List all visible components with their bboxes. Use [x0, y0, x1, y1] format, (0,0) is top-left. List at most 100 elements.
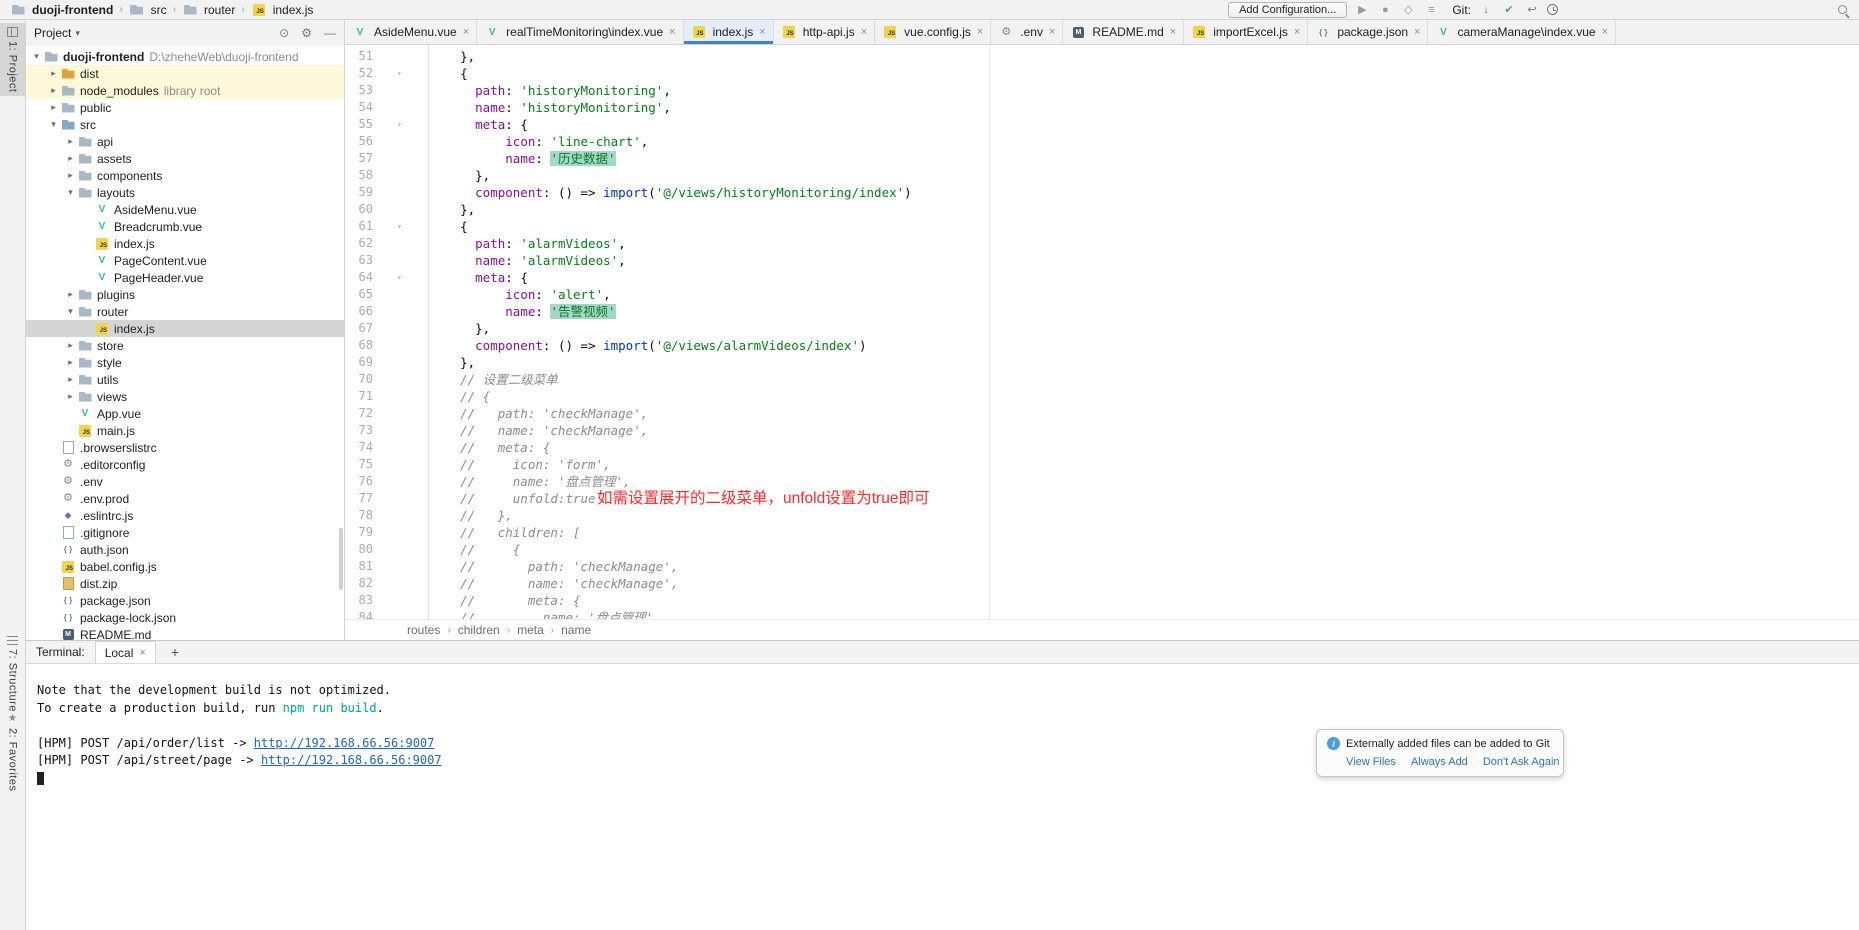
code-line[interactable]: 67 }, — [345, 320, 1859, 337]
code-line[interactable]: 57 name: '历史数据' — [345, 150, 1859, 167]
search-everywhere-icon[interactable] — [1838, 5, 1847, 14]
code-line[interactable]: 51 }, — [345, 48, 1859, 65]
run-icon[interactable]: ▶ — [1354, 3, 1370, 16]
code-line[interactable]: 58 }, — [345, 167, 1859, 184]
editor-tab[interactable]: vue.config.js× — [875, 20, 991, 44]
code-line[interactable]: 55▾ meta: { — [345, 116, 1859, 133]
code-line[interactable]: 70 // 设置二级菜单 — [345, 371, 1859, 388]
hide-panel-icon[interactable]: — — [324, 26, 336, 40]
coverage-icon[interactable]: ◇ — [1400, 3, 1416, 16]
chevron-right-icon[interactable]: ▸ — [47, 68, 60, 79]
code-line[interactable]: 68 component: () => import('@/views/alar… — [345, 337, 1859, 354]
breadcrumb-item[interactable]: meta — [517, 623, 544, 637]
tree-row[interactable]: README.md — [26, 626, 344, 640]
code-line[interactable]: 84 // name: '盘点管理' — [345, 609, 1859, 619]
chevron-down-icon[interactable]: ▾ — [64, 306, 77, 317]
chevron-right-icon[interactable]: ▸ — [47, 102, 60, 113]
tree-row[interactable]: dist.zip — [26, 575, 344, 592]
debug-icon[interactable]: ● — [1377, 4, 1393, 16]
settings-icon[interactable]: ⚙ — [301, 26, 312, 40]
code-line[interactable]: 65 icon: 'alert', — [345, 286, 1859, 303]
tree-row[interactable]: ▸views — [26, 388, 344, 405]
terminal-cursor-line[interactable] — [37, 770, 1859, 788]
code-line[interactable]: 81 // path: 'checkManage', — [345, 558, 1859, 575]
code-line[interactable]: 52▾ { — [345, 65, 1859, 82]
code-line[interactable]: 83 // meta: { — [345, 592, 1859, 609]
code-line[interactable]: 78 // }, — [345, 507, 1859, 524]
stripe-tab-favorites[interactable]: ★ 2: Favorites — [0, 710, 25, 795]
code-line[interactable]: 73 // name: 'checkManage', — [345, 422, 1859, 439]
add-configuration-button[interactable]: Add Configuration... — [1228, 2, 1347, 18]
code-line[interactable]: 72 // path: 'checkManage', — [345, 405, 1859, 422]
code-line[interactable]: 53 path: 'historyMonitoring', — [345, 82, 1859, 99]
tree-row[interactable]: package-lock.json — [26, 609, 344, 626]
tree-row[interactable]: PageContent.vue — [26, 252, 344, 269]
code-line[interactable]: 76 // name: '盘点管理', — [345, 473, 1859, 490]
chevron-down-icon[interactable]: ▾ — [30, 51, 43, 62]
breadcrumb-item[interactable]: index.js — [249, 3, 316, 17]
tree-row[interactable]: Breadcrumb.vue — [26, 218, 344, 235]
tree-row[interactable]: ▸components — [26, 167, 344, 184]
editor-tab[interactable]: http-api.js× — [774, 20, 875, 44]
close-icon[interactable]: × — [669, 26, 675, 38]
add-terminal-icon[interactable]: + — [166, 644, 184, 660]
terminal-link[interactable]: http://192.168.66.56:9007 — [261, 753, 442, 767]
git-commit-icon[interactable]: ✔ — [1501, 3, 1517, 16]
editor-tab[interactable]: package.json× — [1308, 20, 1428, 44]
close-icon[interactable]: × — [139, 647, 145, 659]
code-line[interactable]: 59 component: () => import('@/views/hist… — [345, 184, 1859, 201]
fold-marker-icon[interactable]: ▾ — [373, 269, 428, 286]
code-line[interactable]: 62 path: 'alarmVideos', — [345, 235, 1859, 252]
tree-row[interactable]: ▸utils — [26, 371, 344, 388]
editor-tab[interactable]: .env× — [991, 20, 1063, 44]
tree-row[interactable]: ▾layouts — [26, 184, 344, 201]
fold-marker-icon[interactable]: ▾ — [373, 65, 428, 82]
tree-row[interactable]: .env.prod — [26, 490, 344, 507]
terminal-tab-local[interactable]: Local × — [95, 641, 156, 663]
close-icon[interactable]: × — [977, 26, 983, 38]
editor-tab[interactable]: AsideMenu.vue× — [345, 20, 477, 44]
breadcrumb-item[interactable]: router — [180, 3, 237, 17]
close-icon[interactable]: × — [463, 26, 469, 38]
chevron-right-icon[interactable]: ▸ — [64, 153, 77, 164]
fold-marker-icon[interactable]: ▾ — [373, 218, 428, 235]
code-line[interactable]: 69 }, — [345, 354, 1859, 371]
code-line[interactable]: 54 name: 'historyMonitoring', — [345, 99, 1859, 116]
tree-row[interactable]: auth.json — [26, 541, 344, 558]
chevron-down-icon[interactable]: ▾ — [47, 119, 60, 130]
code-line[interactable]: 56 icon: 'line-chart', — [345, 133, 1859, 150]
tree-row[interactable]: index.js — [26, 320, 344, 337]
chevron-right-icon[interactable]: ▸ — [64, 170, 77, 181]
notification-action-link[interactable]: View Files — [1346, 756, 1396, 768]
code-line[interactable]: 74 // meta: { — [345, 439, 1859, 456]
git-revert-icon[interactable]: ↩ — [1524, 3, 1540, 16]
locate-icon[interactable]: ⊙ — [279, 26, 289, 40]
editor-tab[interactable]: cameraManage\index.vue× — [1428, 20, 1616, 44]
tree-row[interactable]: .browserslistrc — [26, 439, 344, 456]
tree-row[interactable]: ▸api — [26, 133, 344, 150]
fold-marker-icon[interactable]: ▾ — [373, 116, 428, 133]
profiler-icon[interactable]: ≡ — [1423, 4, 1439, 16]
tree-row[interactable]: package.json — [26, 592, 344, 609]
git-update-icon[interactable]: ↓ — [1478, 4, 1494, 16]
code-line[interactable]: 75 // icon: 'form', — [345, 456, 1859, 473]
chevron-right-icon[interactable]: ▸ — [64, 136, 77, 147]
breadcrumb-item[interactable]: src — [127, 3, 169, 17]
tree-row[interactable]: .gitignore — [26, 524, 344, 541]
breadcrumb-item[interactable]: children — [458, 623, 500, 637]
notification-action-link[interactable]: Don't Ask Again — [1483, 756, 1560, 768]
close-icon[interactable]: × — [1170, 26, 1176, 38]
tree-row[interactable]: ▸store — [26, 337, 344, 354]
code-line[interactable]: 60 }, — [345, 201, 1859, 218]
tree-row[interactable]: main.js — [26, 422, 344, 439]
tree-row[interactable]: ▸plugins — [26, 286, 344, 303]
notification-action-link[interactable]: Always Add — [1411, 756, 1468, 768]
tree-row[interactable]: babel.config.js — [26, 558, 344, 575]
editor-tab[interactable]: importExcel.js× — [1184, 20, 1308, 44]
chevron-right-icon[interactable]: ▸ — [64, 340, 77, 351]
tree-row[interactable]: .editorconfig — [26, 456, 344, 473]
breadcrumb-item[interactable]: name — [561, 623, 591, 637]
terminal-output[interactable]: Note that the development build is not o… — [26, 664, 1859, 930]
tree-row[interactable]: ▾src — [26, 116, 344, 133]
chevron-right-icon[interactable]: ▸ — [64, 357, 77, 368]
